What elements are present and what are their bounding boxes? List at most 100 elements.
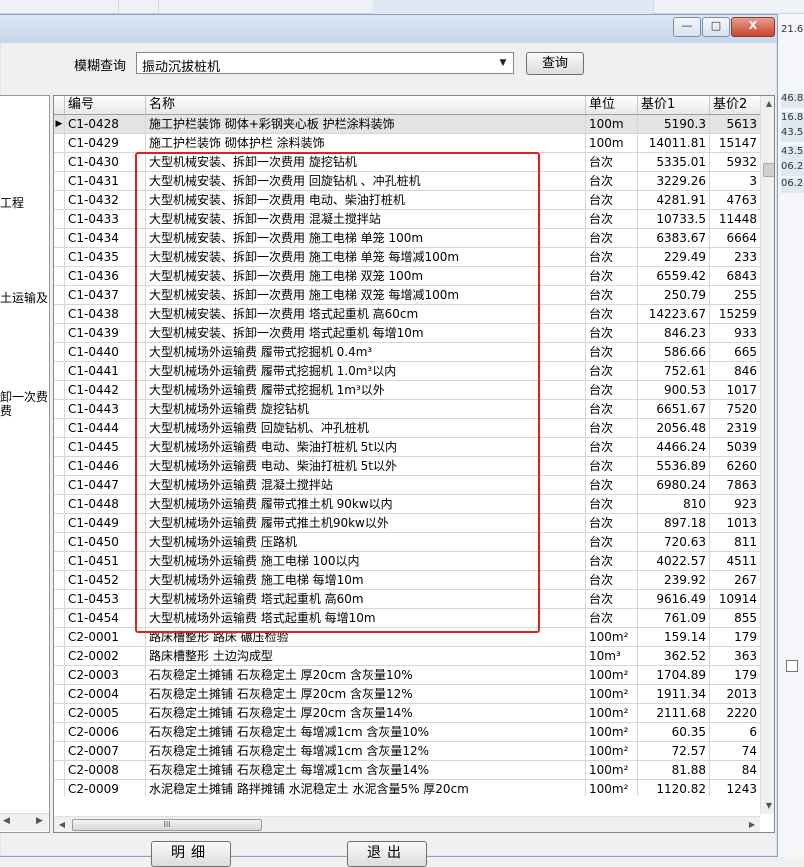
cell-code[interactable]: C2-0004: [65, 685, 146, 703]
cell-price1[interactable]: 14223.67: [638, 305, 710, 323]
cell-unit[interactable]: 台次: [586, 362, 638, 380]
background-checkbox[interactable]: [786, 660, 798, 672]
row-indicator[interactable]: [54, 381, 65, 399]
cell-price2[interactable]: 267: [710, 571, 760, 589]
cell-price2[interactable]: 179: [710, 666, 760, 684]
row-indicator[interactable]: [54, 552, 65, 570]
row-indicator[interactable]: [54, 286, 65, 304]
cell-unit[interactable]: 台次: [586, 229, 638, 247]
cell-unit[interactable]: 100m: [586, 134, 638, 152]
cell-price1[interactable]: 60.35: [638, 723, 710, 741]
table-row[interactable]: C2-0002 路床槽整形 土边沟成型 10m³ 362.52 363: [54, 647, 760, 666]
table-row[interactable]: C2-0003 石灰稳定土摊铺 石灰稳定土 厚20cm 含灰量10% 100m² 17…: [54, 666, 760, 685]
row-indicator[interactable]: [54, 457, 65, 475]
cell-name[interactable]: 石灰稳定土摊铺 石灰稳定土 每增减1cm 含灰量10%: [146, 723, 586, 741]
tree-item[interactable]: 土运输及: [0, 289, 48, 306]
cell-price2[interactable]: 6: [710, 723, 760, 741]
cell-code[interactable]: C1-0436: [65, 267, 146, 285]
cell-price2[interactable]: 2319: [710, 419, 760, 437]
cell-code[interactable]: C2-0008: [65, 761, 146, 779]
cell-code[interactable]: C1-0442: [65, 381, 146, 399]
maximize-button[interactable]: □: [702, 17, 730, 37]
cell-code[interactable]: C2-0002: [65, 647, 146, 665]
cell-price2[interactable]: 5932: [710, 153, 760, 171]
row-indicator[interactable]: [54, 609, 65, 627]
query-button[interactable]: 查询: [526, 52, 584, 75]
cell-name[interactable]: 石灰稳定土摊铺 石灰稳定土 厚20cm 含灰量12%: [146, 685, 586, 703]
row-indicator[interactable]: [54, 571, 65, 589]
cell-price1[interactable]: 5536.89: [638, 457, 710, 475]
row-indicator[interactable]: [54, 780, 65, 796]
cell-code[interactable]: C1-0446: [65, 457, 146, 475]
dialog-titlebar[interactable]: — □ X: [0, 15, 777, 43]
row-indicator[interactable]: [54, 324, 65, 342]
row-indicator[interactable]: [54, 172, 65, 190]
cell-price1[interactable]: 229.49: [638, 248, 710, 266]
cell-unit[interactable]: 台次: [586, 438, 638, 456]
table-row[interactable]: ▶ C1-0428 施工护栏装饰 砌体+彩钢夹心板 护栏涂料装饰 100m 5190.3…: [54, 115, 760, 134]
cell-code[interactable]: C1-0440: [65, 343, 146, 361]
cell-price1[interactable]: 3229.26: [638, 172, 710, 190]
cell-code[interactable]: C1-0435: [65, 248, 146, 266]
cell-unit[interactable]: 台次: [586, 533, 638, 551]
cell-unit[interactable]: 台次: [586, 571, 638, 589]
cell-unit[interactable]: 100m²: [586, 742, 638, 760]
cell-code[interactable]: C2-0007: [65, 742, 146, 760]
cell-code[interactable]: C1-0453: [65, 590, 146, 608]
cell-unit[interactable]: 100m²: [586, 761, 638, 779]
cell-price2[interactable]: 10914: [710, 590, 760, 608]
cell-unit[interactable]: 台次: [586, 457, 638, 475]
cell-price2[interactable]: 923: [710, 495, 760, 513]
cell-price2[interactable]: 5039: [710, 438, 760, 456]
cell-unit[interactable]: 台次: [586, 267, 638, 285]
table-row[interactable]: C2-0005 石灰稳定土摊铺 石灰稳定土 厚20cm 含灰量14% 100m² 21…: [54, 704, 760, 723]
cell-unit[interactable]: 100m²: [586, 704, 638, 722]
scroll-right-icon[interactable]: ▶: [744, 817, 760, 832]
cell-price1[interactable]: 9616.49: [638, 590, 710, 608]
table-row[interactable]: C2-0006 石灰稳定土摊铺 石灰稳定土 每增减1cm 含灰量10% 100m² 6…: [54, 723, 760, 742]
column-header-code[interactable]: 编号: [65, 96, 146, 114]
cell-price1[interactable]: 1704.89: [638, 666, 710, 684]
scroll-left-icon[interactable]: ◀: [3, 816, 10, 826]
cell-unit[interactable]: 100m²: [586, 685, 638, 703]
cell-price2[interactable]: 1243: [710, 780, 760, 796]
horizontal-scroll-thumb[interactable]: III: [72, 819, 262, 831]
vertical-scroll-thumb[interactable]: [763, 163, 774, 177]
cell-price1[interactable]: 14011.81: [638, 134, 710, 152]
cell-code[interactable]: C1-0449: [65, 514, 146, 532]
cell-unit[interactable]: 台次: [586, 343, 638, 361]
row-indicator[interactable]: [54, 590, 65, 608]
exit-button[interactable]: 退出: [347, 841, 427, 867]
cell-price2[interactable]: 4763: [710, 191, 760, 209]
row-indicator[interactable]: [54, 742, 65, 760]
row-indicator[interactable]: ▶: [54, 115, 65, 133]
cell-price1[interactable]: 159.14: [638, 628, 710, 646]
row-indicator[interactable]: [54, 210, 65, 228]
tree-item[interactable]: 工程: [0, 194, 24, 211]
cell-price1[interactable]: 846.23: [638, 324, 710, 342]
cell-code[interactable]: C1-0443: [65, 400, 146, 418]
cell-code[interactable]: C1-0439: [65, 324, 146, 342]
cell-price1[interactable]: 6651.67: [638, 400, 710, 418]
cell-price2[interactable]: 1013: [710, 514, 760, 532]
cell-unit[interactable]: 台次: [586, 514, 638, 532]
cell-unit[interactable]: 台次: [586, 476, 638, 494]
cell-price2[interactable]: 4511: [710, 552, 760, 570]
cell-price2[interactable]: 7863: [710, 476, 760, 494]
table-row[interactable]: C2-0008 石灰稳定土摊铺 石灰稳定土 每增减1cm 含灰量14% 100m² 8…: [54, 761, 760, 780]
cell-code[interactable]: C1-0432: [65, 191, 146, 209]
table-row[interactable]: C2-0007 石灰稳定土摊铺 石灰稳定土 每增减1cm 含灰量12% 100m² 7…: [54, 742, 760, 761]
cell-price1[interactable]: 1120.82: [638, 780, 710, 796]
cell-price1[interactable]: 10733.5: [638, 210, 710, 228]
cell-code[interactable]: C1-0430: [65, 153, 146, 171]
cell-name[interactable]: 施工护栏装饰 砌体+彩钢夹心板 护栏涂料装饰: [146, 115, 586, 133]
row-indicator[interactable]: [54, 761, 65, 779]
cell-price1[interactable]: 586.66: [638, 343, 710, 361]
cell-price1[interactable]: 752.61: [638, 362, 710, 380]
row-indicator[interactable]: [54, 305, 65, 323]
row-indicator[interactable]: [54, 438, 65, 456]
row-indicator[interactable]: [54, 419, 65, 437]
table-row[interactable]: C2-0004 石灰稳定土摊铺 石灰稳定土 厚20cm 含灰量12% 100m² 19…: [54, 685, 760, 704]
row-indicator[interactable]: [54, 229, 65, 247]
cell-code[interactable]: C2-0009: [65, 780, 146, 796]
